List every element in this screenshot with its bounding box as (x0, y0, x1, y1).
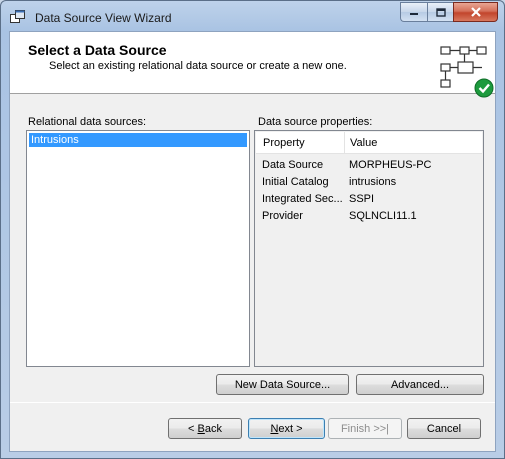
title-bar[interactable]: Data Source View Wizard (1, 1, 504, 31)
advanced-button[interactable]: Advanced... (356, 374, 484, 395)
wizard-client-area: Select a Data Source Select an existing … (9, 31, 496, 452)
property-value: intrusions (349, 176, 397, 188)
relational-sources-label: Relational data sources: (28, 116, 147, 128)
table-row: Integrated Sec... SSPI (262, 193, 482, 207)
next-accelerator: N (270, 422, 279, 435)
next-label-rest: ext > (278, 422, 303, 435)
relational-sources-list[interactable]: Intrusions (26, 130, 250, 367)
cancel-button[interactable]: Cancel (407, 418, 481, 439)
window-title: Data Source View Wizard (35, 11, 172, 25)
new-data-source-button[interactable]: New Data Source... (216, 374, 349, 395)
column-divider[interactable] (344, 132, 345, 154)
back-accelerator: B (197, 422, 205, 435)
back-label-rest: ack (204, 422, 222, 435)
data-source-view-icon (440, 46, 494, 98)
caption-buttons (400, 2, 498, 22)
column-header-value[interactable]: Value (350, 137, 377, 149)
back-prefix: < (188, 422, 198, 435)
property-value: SQLNCLI11.1 (349, 210, 417, 222)
property-name: Initial Catalog (262, 176, 329, 188)
properties-label: Data source properties: (258, 116, 373, 128)
check-badge-icon (474, 78, 494, 98)
finish-button[interactable]: Finish >>| (328, 418, 402, 439)
property-name: Integrated Sec... (262, 193, 343, 205)
page-subtitle: Select an existing relational data sourc… (49, 60, 347, 72)
back-button[interactable]: < Back (168, 418, 242, 439)
property-value: SSPI (349, 193, 375, 205)
column-header-property[interactable]: Property (263, 137, 305, 149)
list-item-intrusions[interactable]: Intrusions (29, 133, 247, 147)
property-value: MORPHEUS-PC (349, 159, 432, 171)
wizard-header: Select a Data Source Select an existing … (10, 32, 495, 94)
table-row: Data Source MORPHEUS-PC (262, 159, 482, 173)
next-button[interactable]: Next > (248, 418, 325, 439)
page-title: Select a Data Source (28, 42, 167, 58)
window-icon (10, 10, 25, 23)
property-name: Provider (262, 210, 303, 222)
maximize-button[interactable] (427, 2, 453, 22)
table-row: Provider SQLNCLI11.1 (262, 210, 482, 224)
wizard-window: Data Source View Wizard Select a Data So… (0, 0, 505, 459)
maximize-icon (435, 7, 446, 17)
close-button[interactable] (453, 2, 498, 22)
property-name: Data Source (262, 159, 324, 171)
footer-divider (10, 402, 495, 403)
minimize-icon (410, 13, 418, 15)
close-icon (470, 7, 481, 17)
table-row: Initial Catalog intrusions (262, 176, 482, 190)
properties-grid[interactable]: Property Value Data Source MORPHEUS-PC I… (254, 130, 484, 367)
properties-grid-header: Property Value (256, 132, 482, 154)
minimize-button[interactable] (400, 2, 427, 22)
